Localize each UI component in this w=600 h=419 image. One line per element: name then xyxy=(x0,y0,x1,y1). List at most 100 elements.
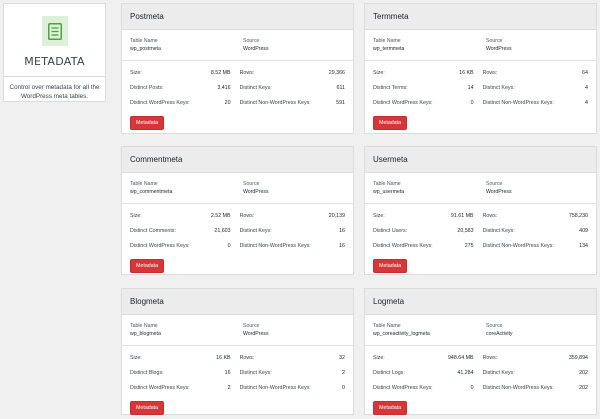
table-name-label: Table Name xyxy=(373,181,401,187)
distinct-value: 16 xyxy=(224,369,231,376)
rows-label: Rows: xyxy=(239,69,255,76)
non-wp-keys-value: 202 xyxy=(579,384,588,391)
size-value: 16 KB xyxy=(216,354,231,361)
non-wp-keys-value: 16 xyxy=(339,242,345,249)
metadata-button[interactable]: Metadata xyxy=(130,116,165,130)
sidebar-header: METADATA xyxy=(4,4,105,77)
distinct-label: Distinct Logs: xyxy=(373,369,405,376)
source-label: Source xyxy=(486,181,503,187)
size-label: Size: xyxy=(373,354,385,361)
card-stats: Size: 8.52 MB Rows: 29,366 Distinct Posts:… xyxy=(122,61,353,110)
source-value: coreActivity xyxy=(486,331,513,337)
wp-keys-label: Distinct WordPress Keys: xyxy=(373,384,433,391)
distinct-keys-label: Distinct Keys: xyxy=(239,227,272,234)
meta-card-blogmeta: Blogmeta Table Name wp_blogmeta Source W… xyxy=(121,288,354,415)
size-value: 2.52 MB xyxy=(210,212,231,219)
card-title: Usermeta xyxy=(365,147,596,173)
meta-card-usermeta: Usermeta Table Name wp_usermeta Source W… xyxy=(364,146,597,275)
size-value: 16 KB xyxy=(459,69,474,76)
distinct-keys-label: Distinct Keys: xyxy=(482,84,515,91)
distinct-keys-label: Distinct Keys: xyxy=(482,227,515,234)
distinct-keys-label: Distinct Keys: xyxy=(239,369,272,376)
card-title: Commentmeta xyxy=(122,147,353,173)
non-wp-keys-value: 134 xyxy=(579,242,588,249)
table-name-value: wp_commentmeta xyxy=(130,189,173,195)
distinct-label: Distinct Comments: xyxy=(130,227,176,234)
non-wp-keys-label: Distinct Non-WordPress Keys: xyxy=(482,99,554,106)
meta-card-termmeta: Termmeta Table Name wp_termmeta Source W… xyxy=(364,3,597,134)
rows-value: 32 xyxy=(339,354,345,361)
card-stats: Size: 16 KB Rows: 64 Distinct Terms: 14 Dis… xyxy=(365,61,596,110)
rows-label: Rows: xyxy=(482,354,498,361)
size-value: 948.64 MB xyxy=(447,354,474,361)
card-info: Table Name wp_commentmeta Source WordPre… xyxy=(122,173,353,204)
metadata-button[interactable]: Metadata xyxy=(373,401,408,415)
table-name-label: Table Name xyxy=(373,323,401,329)
rows-value: 758,230 xyxy=(568,212,588,219)
sidebar-title: METADATA xyxy=(24,55,85,68)
distinct-value: 20,583 xyxy=(457,227,474,234)
distinct-label: Distinct Blogs: xyxy=(130,369,164,376)
distinct-value: 3,416 xyxy=(217,84,231,91)
source-label: Source xyxy=(243,38,260,44)
card-info: Table Name wp_termmeta Source WordPress xyxy=(365,30,596,61)
card-title: Postmeta xyxy=(122,4,353,30)
size-label: Size: xyxy=(373,69,385,76)
distinct-keys-label: Distinct Keys: xyxy=(482,369,515,376)
distinct-value: 41,284 xyxy=(457,369,474,376)
table-name-value: wp_usermeta xyxy=(373,189,405,195)
card-info: Table Name wp_postmeta Source WordPress xyxy=(122,30,353,61)
non-wp-keys-label: Distinct Non-WordPress Keys: xyxy=(482,384,554,391)
source-value: WordPress xyxy=(243,46,269,52)
meta-card-postmeta: Postmeta Table Name wp_postmeta Source W… xyxy=(121,3,354,134)
metadata-button[interactable]: Metadata xyxy=(373,116,408,130)
distinct-keys-value: 409 xyxy=(579,227,588,234)
non-wp-keys-label: Distinct Non-WordPress Keys: xyxy=(239,242,311,249)
non-wp-keys-label: Distinct Non-WordPress Keys: xyxy=(239,384,311,391)
distinct-value: 21,603 xyxy=(214,227,231,234)
wp-keys-value: 0 xyxy=(470,384,474,391)
wp-keys-value: 275 xyxy=(464,242,474,249)
rows-value: 29,366 xyxy=(328,69,345,76)
wp-keys-value: 0 xyxy=(470,99,474,106)
distinct-keys-value: 2 xyxy=(342,369,345,376)
rows-label: Rows: xyxy=(239,354,255,361)
card-info: Table Name wp_coreactivity_logmeta Sourc… xyxy=(365,315,596,346)
size-label: Size: xyxy=(373,212,385,219)
card-stats: Size: 948.64 MB Rows: 359,894 Distinct Log… xyxy=(365,346,596,395)
rows-value: 359,894 xyxy=(568,354,588,361)
source-value: WordPress xyxy=(486,189,512,195)
card-title: Blogmeta xyxy=(122,289,353,315)
card-info: Table Name wp_blogmeta Source WordPress xyxy=(122,315,353,346)
distinct-keys-value: 4 xyxy=(585,84,588,91)
distinct-keys-label: Distinct Keys: xyxy=(239,84,272,91)
card-title: Termmeta xyxy=(365,4,596,30)
meta-card-logmeta: Logmeta Table Name wp_coreactivity_logme… xyxy=(364,288,597,415)
table-name-value: wp_termmeta xyxy=(373,46,405,52)
wp-keys-value: 20 xyxy=(224,99,231,106)
card-title: Logmeta xyxy=(365,289,596,315)
metadata-button[interactable]: Metadata xyxy=(130,259,165,273)
card-stats: Size: 91.61 MB Rows: 758,230 Distinct User… xyxy=(365,204,596,253)
non-wp-keys-value: 0 xyxy=(342,384,345,391)
table-name-label: Table Name xyxy=(130,38,158,44)
distinct-value: 14 xyxy=(467,84,474,91)
distinct-label: Distinct Users: xyxy=(373,227,408,234)
source-label: Source xyxy=(243,181,260,187)
metadata-button[interactable]: Metadata xyxy=(373,259,408,273)
wp-keys-label: Distinct WordPress Keys: xyxy=(130,99,190,106)
metadata-button[interactable]: Metadata xyxy=(130,401,165,415)
card-stats: Size: 2.52 MB Rows: 20,139 Distinct Commen… xyxy=(122,204,353,253)
size-label: Size: xyxy=(130,354,142,361)
rows-label: Rows: xyxy=(482,212,498,219)
size-value: 91.61 MB xyxy=(450,212,474,219)
source-label: Source xyxy=(243,323,260,329)
source-value: WordPress xyxy=(486,46,512,52)
distinct-keys-value: 202 xyxy=(579,369,588,376)
size-label: Size: xyxy=(130,212,142,219)
table-name-value: wp_coreactivity_logmeta xyxy=(373,331,430,337)
wp-keys-label: Distinct WordPress Keys: xyxy=(130,384,190,391)
rows-label: Rows: xyxy=(482,69,498,76)
non-wp-keys-value: 4 xyxy=(585,99,588,106)
table-name-label: Table Name xyxy=(130,323,158,329)
